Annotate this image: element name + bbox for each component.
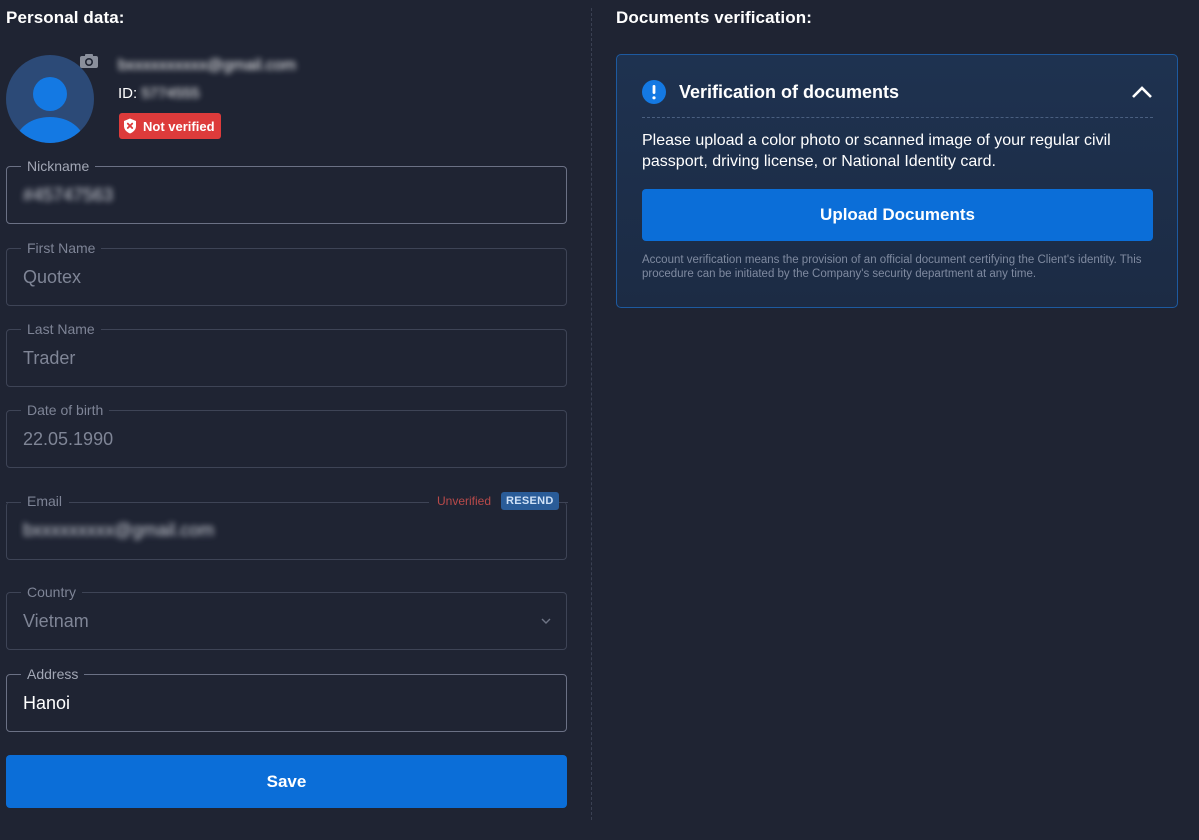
first-name-value: Quotex <box>23 267 82 287</box>
country-value: Vietnam <box>23 611 89 631</box>
country-label: Country <box>21 584 83 600</box>
email-unverified-status: Unverified <box>437 494 492 508</box>
nickname-label: Nickname <box>21 158 96 174</box>
chevron-up-icon[interactable] <box>1131 85 1153 99</box>
avatar-body <box>16 117 84 143</box>
resend-button[interactable]: RESEND <box>501 492 559 510</box>
avatar-head <box>33 77 67 111</box>
profile-id: ID: 5774555 <box>118 85 200 102</box>
card-footnote: Account verification means the provision… <box>642 254 1142 280</box>
nickname-value: #45747563 <box>23 185 114 205</box>
address-field[interactable]: Address Hanoi <box>6 666 567 732</box>
email-field[interactable]: Email Unverified RESEND bxxxxxxxxx@gmail… <box>6 492 568 560</box>
nickname-field[interactable]: Nickname #45747563 <box>6 158 567 224</box>
save-button[interactable]: Save <box>6 755 567 808</box>
personal-data-title: Personal data: <box>6 8 125 27</box>
profile-email: bxxxxxxxxxx@gmail.com <box>118 57 297 74</box>
first-name-field[interactable]: First Name Quotex <box>6 240 567 306</box>
first-name-label: First Name <box>21 240 102 256</box>
date-of-birth-label: Date of birth <box>21 402 110 418</box>
last-name-field[interactable]: Last Name Trader <box>6 321 567 387</box>
camera-icon[interactable] <box>79 53 99 69</box>
documents-title: Documents verification: <box>616 8 812 27</box>
card-title: Verification of documents <box>679 82 900 102</box>
date-of-birth-field[interactable]: Date of birth 22.05.1990 <box>6 402 567 468</box>
verification-card: Verification of documents Please upload … <box>616 54 1178 308</box>
card-description: Please upload a color photo or scanned i… <box>642 132 1111 170</box>
email-label: Email <box>21 493 69 509</box>
email-value: bxxxxxxxxx@gmail.com <box>23 520 215 540</box>
upload-documents-button[interactable]: Upload Documents <box>642 189 1153 241</box>
profile-id-label: ID: <box>118 85 138 102</box>
address-label: Address <box>21 666 85 682</box>
last-name-label: Last Name <box>21 321 101 337</box>
status-badge: Not verified <box>119 113 221 139</box>
last-name-value: Trader <box>23 348 76 368</box>
address-value: Hanoi <box>23 693 71 713</box>
shield-x-icon <box>124 118 136 134</box>
page: Personal data: bxxxxxxxxxx@gmail.com ID:… <box>0 0 1199 840</box>
column-divider <box>591 8 592 820</box>
profile-summary: bxxxxxxxxxx@gmail.com ID: 5774555 Not ve… <box>6 53 567 145</box>
chevron-down-icon <box>541 618 551 624</box>
info-icon <box>642 80 666 104</box>
card-separator <box>642 117 1153 118</box>
date-of-birth-value: 22.05.1990 <box>23 429 114 449</box>
profile-id-value: 5774555 <box>141 85 200 102</box>
country-select[interactable]: Country Vietnam <box>6 584 567 650</box>
email-border-mid <box>69 502 429 503</box>
status-badge-label: Not verified <box>143 118 215 134</box>
